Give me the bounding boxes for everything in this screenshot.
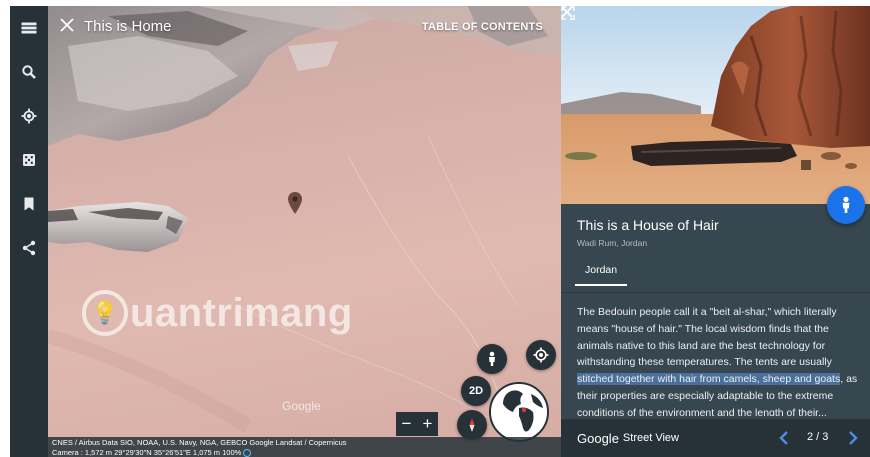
card-title: This is a House of Hair [577,217,719,233]
voyager-icon [21,108,37,124]
scale-dot-icon [243,448,252,457]
table-of-contents-link[interactable]: TABLE OF CONTENTS [422,21,543,33]
google-wordmark: Google [577,430,619,446]
street-view-photo[interactable] [561,6,870,204]
my-location-icon [533,347,549,363]
watermark: 💡 Q uantrimang [82,290,353,336]
earth-app-window: This is Home TABLE OF CONTENTS 💡 Q uantr… [10,6,870,457]
feeling-lucky-button[interactable] [19,150,39,170]
card-body-text: The Bedouin people call it a "beit al-sh… [577,306,858,416]
location-pin-icon[interactable] [288,192,302,214]
search-icon [22,65,36,79]
street-view-label: Street View [622,432,679,444]
voyager-button[interactable] [19,106,39,126]
projects-button[interactable] [19,194,39,214]
map-attribution: CNES / Airbus Data SIO, NOAA, U.S. Navy,… [48,437,561,457]
page-counter: 2 / 3 [807,431,829,443]
share-button[interactable] [19,238,39,258]
google-logo: Google [282,399,321,413]
tab-jordan[interactable]: Jordan [575,264,628,286]
map-view[interactable]: This is Home TABLE OF CONTENTS 💡 Q uantr… [48,6,561,457]
left-rail [10,6,48,457]
highlighted-text: stitched together with hair from camels,… [577,373,841,386]
pegman-icon [842,196,850,213]
zoom-control: − + [396,412,438,436]
globe-button[interactable] [489,382,549,442]
compass-button[interactable] [457,410,487,440]
camera-readout: Camera : 1,572 m 29°29'30"N 35°26'51"E 1… [52,448,557,457]
street-view-button[interactable] [827,186,865,224]
watermark-text: uantrimang [130,290,353,335]
menu-button[interactable] [19,18,39,38]
story-title: This is Home [84,18,172,35]
compass-icon [469,418,475,432]
pegman-icon [489,351,495,366]
search-button[interactable] [19,62,39,82]
card-subtitle: Wadi Rum, Jordan [577,238,648,248]
close-panel-icon[interactable] [561,6,573,18]
chevron-right-icon[interactable] [846,430,860,446]
toggle-2d-button[interactable]: 2D [461,376,491,406]
dice-icon [23,154,35,166]
card-footer: Google Street View 2 / 3 [561,419,870,457]
street-view-pegman-button[interactable] [477,344,507,374]
attribution-sources: CNES / Airbus Data SIO, NOAA, U.S. Navy,… [52,438,347,447]
zoom-out-button[interactable]: − [402,414,412,434]
card-tabs: Jordan [561,254,870,293]
my-location-button[interactable] [526,340,556,370]
chevron-left-icon[interactable] [777,430,791,446]
desert-tent-photo [561,6,870,204]
globe-icon [491,384,547,440]
zoom-in-button[interactable]: + [423,414,433,434]
lightbulb-icon: 💡 [82,290,128,336]
bookmark-icon [24,197,34,211]
share-icon [22,240,36,256]
menu-icon [21,22,37,34]
close-icon[interactable] [60,18,74,32]
knowledge-card-panel: This is a House of Hair Wadi Rum, Jordan… [561,6,870,457]
